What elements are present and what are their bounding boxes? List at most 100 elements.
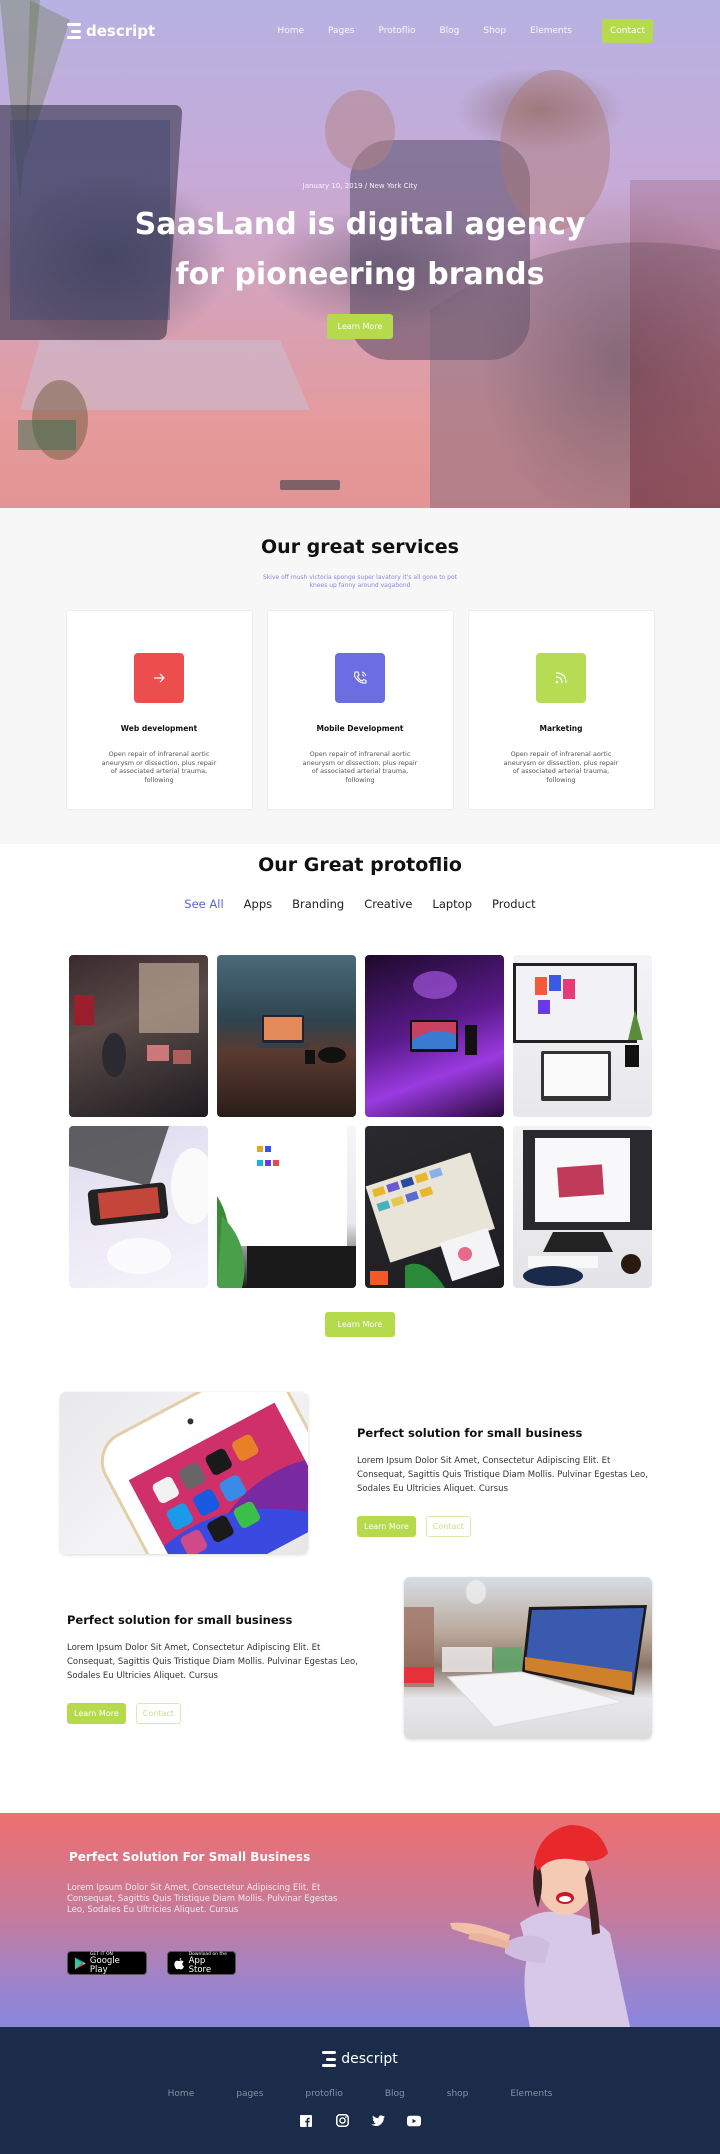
footer-links: Home pages protoflio Blog shop Elements (0, 2089, 720, 2099)
service-card-desc: Open repair of infrarenal aortic aneurys… (503, 750, 619, 784)
portfolio-item-imac-ui-kit[interactable] (216, 1126, 356, 1288)
social-links (0, 2114, 720, 2127)
service-card-title: Web development (120, 724, 198, 733)
hero-section: descript Home Pages Protoflio Blog Shop … (0, 0, 720, 508)
feature-image-iphone-apps (60, 1392, 308, 1554)
youtube-icon[interactable] (407, 2114, 421, 2127)
feature-learn-more-button[interactable]: Learn More (67, 1703, 126, 1724)
portfolio-item-phone-on-laptop[interactable] (68, 1126, 208, 1288)
feature-row-2: Perfect solution for small business Lore… (0, 1577, 720, 1813)
twitter-icon[interactable] (371, 2114, 385, 2127)
cta-body-line2: Leo, Sodales Eu Ultricies Aliquet. Cursu… (67, 1905, 239, 1915)
logo[interactable]: descript (67, 22, 155, 40)
logo-text: descript (86, 22, 156, 40)
google-play-label: Google Play (89, 1955, 120, 1975)
cta-body: Lorem Ipsum Dolor Sit Amet, Consectetur … (67, 1883, 347, 1916)
service-card-desc: Open repair of infrarenal aortic aneurys… (101, 750, 217, 784)
service-card-desc: Open repair of infrarenal aortic aneurys… (302, 750, 418, 784)
cta-title: Perfect Solution For Small Business (69, 1850, 311, 1864)
tab-product[interactable]: Product (492, 897, 536, 911)
phone-call-icon (335, 653, 385, 703)
feature-body: Lorem Ipsum Dolor Sit Amet, Consectetur … (67, 1643, 358, 1681)
footer-logo[interactable]: descript (0, 2051, 720, 2067)
feature-contact-button[interactable]: Contact (425, 1516, 471, 1537)
instagram-icon[interactable] (335, 2114, 349, 2127)
app-cta-section: Perfect Solution For Small Business Lore… (0, 1813, 720, 2027)
services-title: Our great services (261, 536, 459, 558)
app-store-label: App Store (188, 1955, 212, 1975)
service-card-mobile[interactable]: Mobile Development Open repair of infrar… (266, 610, 454, 810)
feature-title: Perfect solution for small business (67, 1613, 293, 1627)
services-subtitle-line1: Skive off mush victoria sponge super lav… (263, 574, 457, 581)
nav-link-home[interactable]: Home (277, 26, 304, 36)
portfolio-tabs: See All Apps Branding Creative Laptop Pr… (0, 897, 720, 911)
tab-branding[interactable]: Branding (292, 897, 344, 911)
rss-icon (536, 653, 586, 703)
hero-date: January 10, 2019 / New York City (302, 182, 418, 190)
nav-link-blog[interactable]: Blog (439, 26, 459, 36)
service-card-web[interactable]: Web development Open repair of infrarena… (65, 610, 253, 810)
portfolio-item-monitor-laptop-designs[interactable] (512, 955, 652, 1117)
footer-link-pages[interactable]: pages (236, 2089, 263, 2099)
tab-laptop[interactable]: Laptop (432, 897, 472, 911)
feature-text-1: Perfect solution for small business Lore… (357, 1426, 657, 1537)
nav-link-elements[interactable]: Elements (530, 26, 572, 36)
feature-image-laptop-paris (404, 1577, 652, 1739)
services-section: Our great services Skive off mush victor… (0, 508, 720, 844)
arrow-right-icon (134, 653, 184, 703)
hero-title-line2: for pioneering brands (175, 257, 545, 292)
app-store-button[interactable]: Download on the App Store (167, 1951, 236, 1975)
footer-link-home[interactable]: Home (168, 2089, 195, 2099)
google-play-icon (74, 1957, 86, 1969)
portfolio-title: Our Great protoflio (258, 854, 462, 876)
feature-buttons: Learn More Contact (67, 1703, 367, 1724)
feature-contact-button[interactable]: Contact (135, 1703, 181, 1724)
portfolio-section: Our Great protoflio See All Apps Brandin… (0, 844, 720, 1392)
services-subtitle-line2: knees up fanny around vagabond (309, 582, 411, 589)
nav-contact-button[interactable]: Contact (601, 19, 653, 43)
feature-text-2: Perfect solution for small business Lore… (67, 1613, 367, 1724)
woman-pointing-image (450, 1825, 630, 2027)
portfolio-item-purple-desk-setup[interactable] (364, 955, 504, 1117)
store-buttons: GET IT ON Google Play Download on the App … (67, 1951, 236, 1975)
google-play-button[interactable]: GET IT ON Google Play (67, 1951, 147, 1975)
nav-links: Home Pages Protoflio Blog Shop Elements … (265, 19, 653, 43)
cta-body-line1: Lorem Ipsum Dolor Sit Amet, Consectetur … (67, 1883, 338, 1904)
portfolio-item-color-swatches[interactable] (364, 1126, 504, 1288)
tab-creative[interactable]: Creative (364, 897, 412, 911)
portfolio-item-laptop-city-desk[interactable] (216, 955, 356, 1117)
feature-learn-more-button[interactable]: Learn More (357, 1516, 416, 1537)
footer-logo-text: descript (341, 2051, 398, 2067)
footer-link-blog[interactable]: Blog (385, 2089, 405, 2099)
service-card-marketing[interactable]: Marketing Open repair of infrarenal aort… (467, 610, 655, 810)
service-cards: Web development Open repair of infrarena… (0, 610, 720, 810)
portfolio-grid (0, 955, 720, 1288)
logo-icon (322, 2051, 337, 2067)
tab-apps[interactable]: Apps (244, 897, 272, 911)
hero-title: SaasLand is digital agency for pioneerin… (0, 200, 720, 300)
nav-link-pages[interactable]: Pages (328, 26, 354, 36)
feature-title: Perfect solution for small business (357, 1426, 583, 1440)
footer-link-shop[interactable]: shop (447, 2089, 469, 2099)
footer-link-protoflio[interactable]: protoflio (305, 2089, 342, 2099)
feature-body: Lorem Ipsum Dolor Sit Amet, Consectetur … (357, 1456, 648, 1494)
nav-link-protoflio[interactable]: Protoflio (378, 26, 415, 36)
portfolio-item-monitor-tablet-editing[interactable] (512, 1126, 652, 1288)
service-card-title: Marketing (539, 724, 583, 733)
hero-content: January 10, 2019 / New York City SaasLan… (0, 182, 720, 339)
apple-icon (174, 1957, 184, 1969)
portfolio-item-office-workstations[interactable] (68, 955, 208, 1117)
tab-see-all[interactable]: See All (184, 897, 223, 911)
hero-learn-more-button[interactable]: Learn More (326, 314, 394, 339)
hero-title-line1: SaasLand is digital agency (134, 207, 586, 242)
services-subtitle: Skive off mush victoria sponge super lav… (0, 574, 720, 590)
logo-icon (67, 23, 81, 39)
portfolio-learn-more-button[interactable]: Learn More (324, 1312, 396, 1337)
footer: descript Home pages protoflio Blog shop … (0, 2027, 720, 2154)
feature-buttons: Learn More Contact (357, 1516, 657, 1537)
feature-row-1: Perfect solution for small business Lore… (0, 1392, 720, 1577)
facebook-icon[interactable] (299, 2114, 313, 2127)
top-nav: descript Home Pages Protoflio Blog Shop … (0, 0, 720, 62)
footer-link-elements[interactable]: Elements (510, 2089, 552, 2099)
nav-link-shop[interactable]: Shop (483, 26, 506, 36)
